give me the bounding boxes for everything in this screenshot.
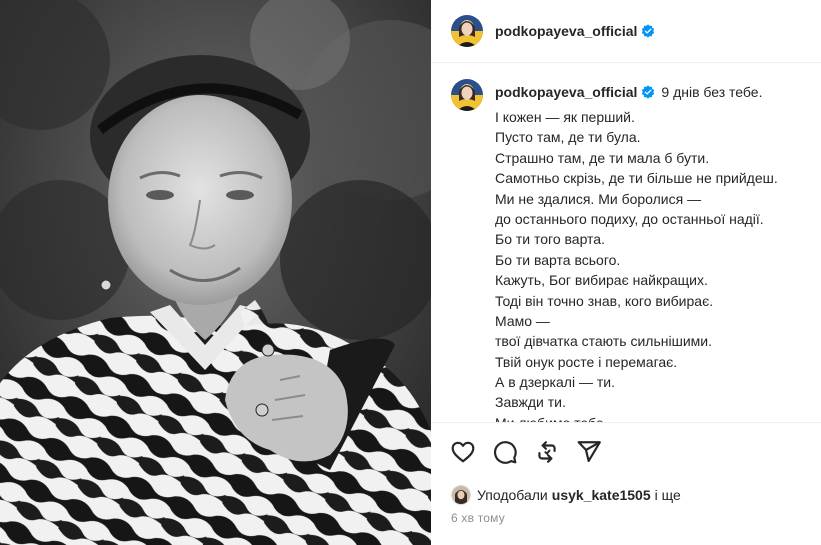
caption-line: Завжди ти. bbox=[495, 394, 566, 411]
caption-line: А в дзеркалі — ти. bbox=[495, 374, 615, 391]
post-photo[interactable] bbox=[0, 0, 431, 545]
author-username[interactable]: podkopayeva_official bbox=[495, 23, 637, 39]
liker-username[interactable]: usyk_kate1505 bbox=[552, 487, 651, 503]
caption-line: Тоді він точно знав, кого вибирає. bbox=[495, 292, 714, 309]
liker-avatar[interactable] bbox=[451, 485, 471, 505]
caption-line: Ми не здалися. Ми боролися — bbox=[495, 190, 702, 207]
caption-line: Твій онук росте і перемагає. bbox=[495, 353, 678, 370]
post-actions bbox=[445, 436, 613, 468]
comment-icon bbox=[494, 441, 517, 464]
post-header: podkopayeva_official bbox=[431, 0, 821, 63]
post-timestamp[interactable]: 6 хв тому bbox=[451, 511, 505, 525]
likes-prefix: Уподобали bbox=[477, 487, 548, 503]
portrait-image bbox=[0, 0, 431, 545]
caption-line: твої дівчатка стають сильнішими. bbox=[495, 333, 712, 350]
caption-line: Пусто там, де ти була. bbox=[495, 129, 641, 146]
repost-icon bbox=[538, 441, 556, 463]
caption-line: Кажуть, Бог вибирає найкращих. bbox=[495, 272, 708, 289]
avatar-image bbox=[451, 79, 483, 111]
send-icon bbox=[577, 441, 601, 463]
caption-line: Бо ти того варта. bbox=[495, 231, 605, 248]
avatar-image bbox=[451, 15, 483, 47]
caption-line: до останнього подиху, до останньої надії… bbox=[495, 210, 764, 227]
caption-avatar[interactable] bbox=[451, 79, 483, 111]
caption-line: Бо ти варта всього. bbox=[495, 251, 621, 268]
author-avatar[interactable] bbox=[451, 15, 483, 47]
caption-first-line: 9 днів без тебе. bbox=[661, 84, 763, 100]
section-divider bbox=[431, 422, 821, 423]
caption-line: Мамо — bbox=[495, 312, 550, 329]
repost-button[interactable] bbox=[529, 436, 565, 468]
caption-header: podkopayeva_official 9 днів без тебе. bbox=[495, 84, 815, 100]
caption-username[interactable]: podkopayeva_official bbox=[495, 84, 637, 100]
caption-line: Страшно там, де ти мала б бути. bbox=[495, 149, 710, 166]
caption-line: Самотньо скрізь, де ти більше не прийдеш… bbox=[495, 170, 778, 187]
instagram-post: podkopayeva_official podkopayeva_officia… bbox=[0, 0, 821, 545]
caption-area: podkopayeva_official 9 днів без тебе. І … bbox=[431, 63, 821, 422]
share-button[interactable] bbox=[571, 436, 607, 468]
post-sidebar: podkopayeva_official podkopayeva_officia… bbox=[431, 0, 821, 545]
liker-avatar-image bbox=[452, 486, 470, 504]
likes-summary: Уподобали usyk_kate1505 і ще bbox=[451, 485, 681, 505]
comment-button[interactable] bbox=[487, 436, 523, 468]
likes-suffix-link[interactable]: і ще bbox=[655, 487, 681, 503]
heart-icon bbox=[451, 441, 475, 463]
caption-line: І кожен — як перший. bbox=[495, 109, 635, 125]
caption-line: Ми любимо тебе. bbox=[495, 413, 821, 422]
verified-badge-icon bbox=[642, 24, 655, 38]
verified-badge-icon bbox=[642, 85, 655, 99]
caption-text: І кожен — як перший. Пусто там, де ти бу… bbox=[495, 107, 821, 422]
like-button[interactable] bbox=[445, 436, 481, 468]
